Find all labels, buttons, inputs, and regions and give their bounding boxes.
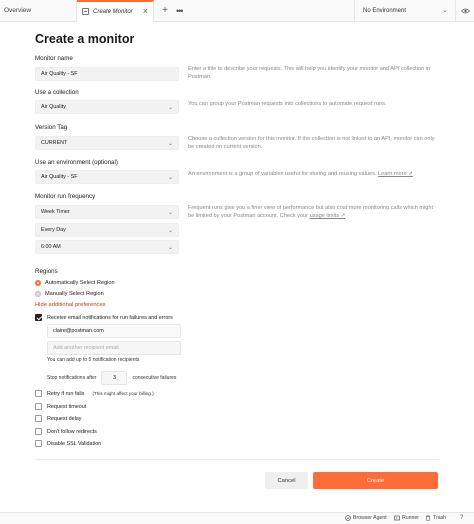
monitor-name-input[interactable]: Air Quality - SF bbox=[35, 67, 179, 81]
tab-create-monitor[interactable]: Create Monitor × bbox=[77, 0, 154, 22]
version-tag-select[interactable]: CURRENT ⌄ bbox=[35, 136, 179, 150]
environment-help-text: An environment is a group of variables u… bbox=[188, 171, 377, 177]
collection-help: You can group your Postman requests into… bbox=[188, 101, 387, 107]
runner-icon bbox=[394, 515, 400, 521]
browser-agent-button[interactable]: Browser Agent bbox=[345, 515, 387, 521]
environment-field-value: Air Quality - SF bbox=[41, 174, 78, 180]
usage-limits-link[interactable]: usage limits ↗ bbox=[310, 213, 346, 219]
disable-ssl-checkbox[interactable]: Disable SSL Validation bbox=[35, 440, 101, 447]
close-icon[interactable]: × bbox=[143, 6, 148, 16]
collection-value: Air Quality bbox=[41, 104, 66, 110]
cancel-button[interactable]: Cancel bbox=[265, 472, 308, 489]
browser-agent-icon bbox=[345, 515, 351, 521]
stop-notifications-input[interactable]: 3 bbox=[101, 371, 128, 385]
runner-button[interactable]: Runner bbox=[394, 515, 419, 521]
checkbox-checked-icon bbox=[35, 314, 42, 321]
trash-button[interactable]: Trash bbox=[425, 515, 446, 521]
environment-select[interactable]: No Environment ⌄ bbox=[354, 0, 454, 22]
request-delay-checkbox[interactable]: Request delay bbox=[35, 415, 81, 422]
version-tag-value: CURRENT bbox=[41, 140, 68, 146]
monitor-name-value: Air Quality - SF bbox=[41, 71, 78, 77]
chevron-down-icon: ⌄ bbox=[167, 105, 173, 111]
page-title: Create a monitor bbox=[35, 32, 135, 46]
retry-checkbox[interactable]: Retry if run fails (This might affect yo… bbox=[35, 390, 154, 397]
disable-ssl-label: Disable SSL Validation bbox=[47, 440, 102, 447]
no-redirects-checkbox[interactable]: Don't follow redirects bbox=[35, 428, 97, 435]
monitor-name-help: Enter a title to describe your requests.… bbox=[188, 66, 431, 81]
add-tab-icon[interactable]: + bbox=[160, 5, 170, 16]
monitor-name-label: Monitor name bbox=[35, 55, 73, 62]
environment-help: An environment is a group of variables u… bbox=[188, 170, 438, 178]
region-manual-radio[interactable]: Manually Select Region bbox=[35, 291, 104, 297]
checkbox-icon bbox=[35, 428, 42, 435]
browser-agent-label: Browser Agent bbox=[353, 515, 387, 521]
checkbox-icon bbox=[35, 403, 42, 410]
version-tag-help: Choose a collection version for this mon… bbox=[188, 136, 435, 151]
chevron-down-icon: ⌄ bbox=[442, 7, 448, 14]
region-auto-radio[interactable]: Automatically Select Region bbox=[35, 280, 115, 286]
footer-divider bbox=[35, 459, 439, 460]
environment-select-label: No Environment bbox=[363, 8, 407, 14]
regions-label: Regions bbox=[35, 268, 58, 275]
eye-icon bbox=[460, 8, 470, 14]
no-redirects-label: Don't follow redirects bbox=[47, 428, 97, 435]
email-notifications-label: Receive email notifications for run fail… bbox=[47, 314, 173, 321]
checkbox-icon bbox=[35, 440, 42, 447]
version-tag-label: Version Tag bbox=[35, 124, 68, 131]
monitor-doc-icon bbox=[82, 8, 89, 15]
frequency-day-value: Every Day bbox=[41, 227, 66, 233]
trash-icon bbox=[426, 515, 430, 521]
request-delay-label: Request delay bbox=[47, 415, 82, 422]
tab-create-monitor-label: Create Monitor bbox=[93, 8, 133, 15]
retry-billing-hint: (This might affect your billing.) bbox=[92, 391, 154, 396]
tab-overview[interactable]: Overview bbox=[0, 0, 77, 22]
request-timeout-label: Request timeout bbox=[47, 403, 87, 410]
frequency-timer-select[interactable]: Week Timer ⌄ bbox=[35, 205, 179, 219]
chevron-down-icon: ⌄ bbox=[167, 175, 173, 181]
chevron-down-icon: ⌄ bbox=[167, 141, 173, 147]
stop-notifications-row: Stop notifications after 3 consecutive f… bbox=[47, 371, 176, 385]
radio-selected-icon bbox=[35, 280, 41, 286]
collection-select[interactable]: Air Quality ⌄ bbox=[35, 100, 179, 114]
recipient-email-value: claire@postman.com bbox=[53, 328, 104, 334]
collection-label: Use a collection bbox=[35, 89, 79, 96]
region-manual-label: Manually Select Region bbox=[45, 291, 104, 297]
chevron-down-icon: ⌄ bbox=[167, 210, 173, 216]
frequency-label: Monitor run frequency bbox=[35, 193, 96, 200]
checkbox-icon bbox=[35, 390, 42, 397]
radio-unselected-icon bbox=[35, 291, 41, 297]
environment-label: Use an environment (optional) bbox=[35, 159, 118, 166]
email-notifications-checkbox[interactable]: Receive email notifications for run fail… bbox=[35, 314, 173, 321]
checkbox-icon bbox=[35, 415, 42, 422]
stop-notifications-label: Stop notifications after bbox=[47, 375, 97, 381]
environment-quick-look-button[interactable] bbox=[455, 0, 474, 22]
runner-label: Runner bbox=[402, 515, 420, 521]
more-icon[interactable]: ••• bbox=[176, 6, 184, 16]
frequency-timer-value: Week Timer bbox=[41, 209, 70, 215]
recipient-email-input[interactable]: claire@postman.com bbox=[47, 324, 181, 338]
add-recipient-input[interactable]: Add another recipient email bbox=[47, 341, 181, 355]
create-button[interactable]: Create bbox=[313, 472, 438, 489]
status-bar: Browser Agent Runner Trash ? bbox=[0, 512, 474, 524]
help-icon[interactable]: ? bbox=[460, 515, 463, 521]
frequency-day-select[interactable]: Every Day ⌄ bbox=[35, 223, 179, 237]
region-auto-label: Automatically Select Region bbox=[45, 280, 115, 286]
stop-notifications-suffix: consecutive failures bbox=[132, 375, 177, 381]
recipient-limit-note: You can add up to 5 notification recipie… bbox=[47, 357, 140, 363]
learn-more-link[interactable]: Learn more ↗ bbox=[378, 171, 413, 177]
frequency-time-select[interactable]: 6:00 AM ⌄ bbox=[35, 240, 179, 254]
trash-label: Trash bbox=[433, 515, 447, 521]
chevron-down-icon: ⌄ bbox=[167, 228, 173, 234]
frequency-time-value: 6:00 AM bbox=[41, 244, 61, 250]
chevron-down-icon: ⌄ bbox=[167, 245, 173, 251]
request-timeout-checkbox[interactable]: Request timeout bbox=[35, 403, 86, 410]
add-recipient-placeholder: Add another recipient email bbox=[53, 345, 119, 351]
frequency-help: Frequent runs give you a finer view of p… bbox=[188, 204, 438, 220]
retry-label: Retry if run fails bbox=[47, 390, 85, 397]
hide-preferences-link[interactable]: Hide additional preferences bbox=[35, 302, 106, 308]
environment-field-select[interactable]: Air Quality - SF ⌄ bbox=[35, 170, 179, 184]
